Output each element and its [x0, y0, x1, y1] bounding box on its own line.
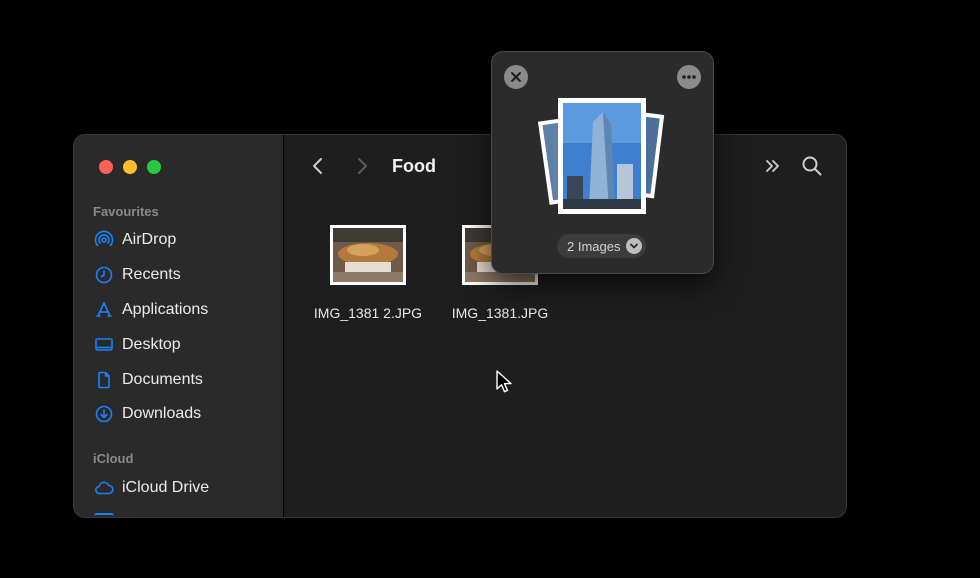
search-icon — [802, 156, 822, 176]
chevron-down-icon — [626, 238, 643, 254]
file-thumbnail — [330, 225, 406, 285]
zoom-window-button[interactable] — [147, 160, 161, 174]
download-icon — [95, 405, 113, 423]
sidebar-section-favourites: Favourites — [93, 204, 159, 219]
sidebar-item-label: Recents — [122, 266, 181, 283]
drag-preview-popup: 2 Images — [491, 51, 714, 274]
sidebar-item-label: Documents — [122, 371, 203, 388]
airdrop-icon — [94, 230, 114, 247]
sidebar-section-icloud: iCloud — [93, 451, 134, 466]
sidebar-item-label: iCloud Drive — [122, 479, 210, 496]
mouse-cursor-icon — [496, 370, 512, 393]
sidebar-item-airdrop[interactable]: AirDrop — [94, 226, 274, 254]
desktop-icon — [95, 338, 113, 351]
cloud-icon — [95, 481, 114, 495]
sidebar-item-recents[interactable]: Recents — [94, 261, 274, 289]
close-icon — [511, 72, 521, 82]
search-button[interactable] — [800, 153, 824, 179]
forward-button[interactable] — [350, 153, 374, 179]
sidebar-item-label: Downloads — [122, 405, 202, 422]
ellipsis-icon — [682, 75, 696, 79]
sidebar-item-applications[interactable]: Applications — [94, 296, 274, 324]
sidebar-item-downloads[interactable]: Downloads — [94, 400, 274, 428]
double-chevron-icon — [766, 160, 779, 172]
photo-thumbnail-icon — [333, 228, 403, 282]
sidebar-item-label: Desktop — [122, 336, 181, 353]
close-window-button[interactable] — [99, 160, 113, 174]
window-controls — [99, 160, 161, 174]
chevron-left-icon — [313, 158, 322, 174]
document-icon — [98, 371, 110, 389]
more-options-button[interactable] — [677, 65, 701, 89]
sidebar-item-label: AirDrop — [122, 231, 177, 248]
chevron-right-icon — [358, 158, 367, 174]
sidebar-item-desktop[interactable]: Desktop — [94, 331, 274, 359]
back-button[interactable] — [306, 153, 330, 179]
image-count-dropdown[interactable]: 2 Images — [557, 234, 647, 258]
stacked-images-icon — [537, 98, 665, 214]
applications-icon — [96, 302, 112, 317]
file-name: IMG_1381 2.JPG — [313, 305, 423, 321]
close-popup-button[interactable] — [504, 65, 528, 89]
sidebar-item-icloud-drive[interactable]: iCloud Drive — [94, 474, 274, 502]
more-toolbar-items-button[interactable] — [761, 153, 785, 179]
finder-window: Favourites AirDrop Recents Applications … — [73, 134, 847, 518]
image-count-label: 2 Images — [567, 238, 621, 254]
sidebar: Favourites AirDrop Recents Applications … — [74, 135, 284, 517]
minimize-window-button[interactable] — [123, 160, 137, 174]
file-item[interactable]: IMG_1381 2.JPG — [298, 225, 438, 321]
sidebar-item-label: Applications — [122, 301, 209, 318]
folder-title: Food — [392, 156, 436, 176]
sidebar-item-partial-icon — [94, 513, 114, 517]
sidebar-item-documents[interactable]: Documents — [94, 366, 274, 394]
file-name: IMG_1381.JPG — [451, 305, 549, 321]
clock-icon — [95, 266, 113, 284]
